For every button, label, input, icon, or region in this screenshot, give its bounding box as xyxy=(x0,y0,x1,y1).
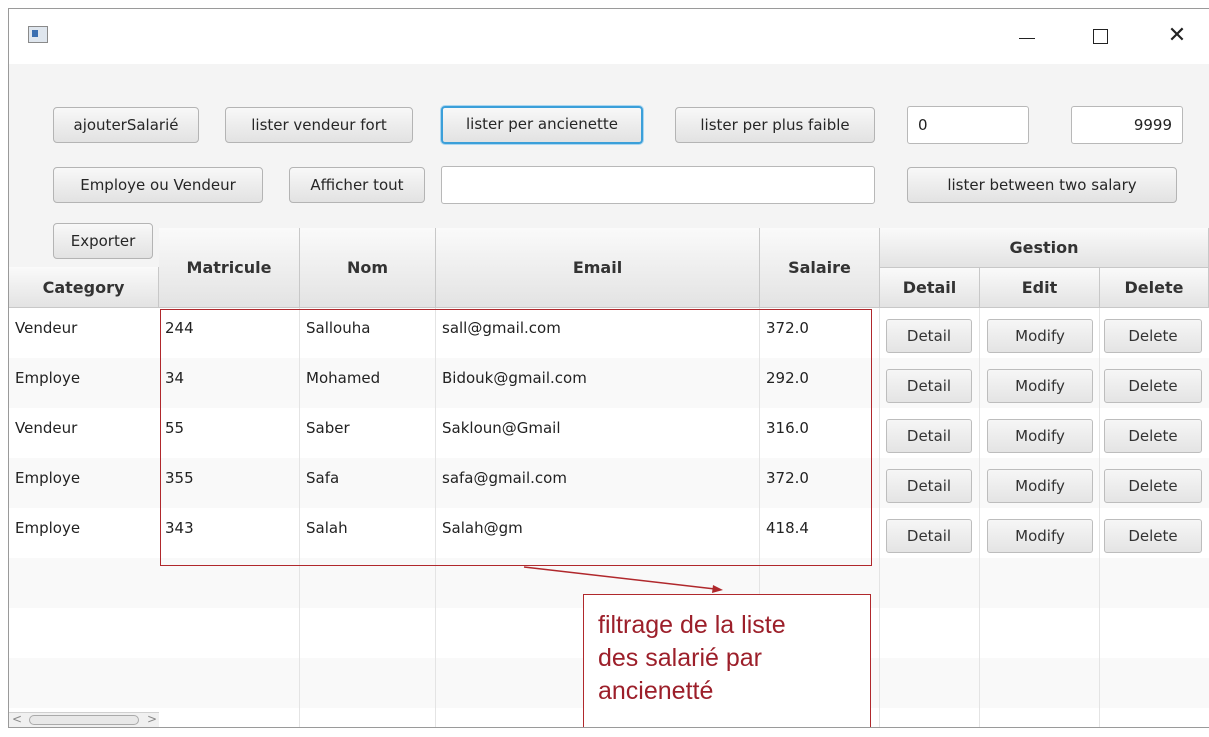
category-cell: Vendeur xyxy=(15,419,78,437)
email-cell: sall@gmail.com xyxy=(442,319,561,337)
email-cell: safa@gmail.com xyxy=(442,469,567,487)
lister-vendeur-fort-button[interactable]: lister vendeur fort xyxy=(225,107,413,143)
modify-button[interactable]: Modify xyxy=(987,419,1093,453)
detail-button[interactable]: Detail xyxy=(886,469,972,503)
lister-between-button[interactable]: lister between two salary xyxy=(907,167,1177,203)
email-cell: Sakloun@Gmail xyxy=(442,419,561,437)
gestion-header: Gestion xyxy=(880,228,1209,268)
employe-ou-vendeur-button[interactable]: Employe ou Vendeur xyxy=(53,167,263,203)
salaire-cell: 292.0 xyxy=(766,369,809,387)
annotation-line: filtrage de la liste xyxy=(598,611,786,639)
salaire-cell: 418.4 xyxy=(766,519,809,537)
annotation-note: filtrage de la liste des salarié par anc… xyxy=(583,594,871,727)
exporter-button[interactable]: Exporter xyxy=(53,223,153,259)
delete-button[interactable]: Delete xyxy=(1104,419,1202,453)
title-bar: ✕ xyxy=(9,9,1209,64)
scroll-left-icon[interactable]: < xyxy=(12,713,22,726)
email-cell: Salah@gm xyxy=(442,519,523,537)
close-icon: ✕ xyxy=(1167,23,1187,48)
modify-button[interactable]: Modify xyxy=(987,369,1093,403)
delete-button[interactable]: Delete xyxy=(1104,469,1202,503)
category-cell: Employe xyxy=(15,519,81,537)
detail-button[interactable]: Detail xyxy=(886,319,972,353)
lister-plus-faible-button[interactable]: lister per plus faible xyxy=(675,107,875,143)
search-input[interactable] xyxy=(441,166,875,204)
maximize-icon xyxy=(1092,29,1108,44)
close-button[interactable]: ✕ xyxy=(1159,23,1195,49)
category-cell: Vendeur xyxy=(15,319,78,337)
category-cell: Employe xyxy=(9,458,159,508)
category-cell: Employe xyxy=(9,358,159,408)
app-window: ✕ ajouterSalarié lister vendeur fort lis… xyxy=(8,8,1209,728)
matricule-cell: 34 xyxy=(165,369,185,387)
max-salary-input[interactable]: 9999 xyxy=(1071,106,1183,144)
lister-anciennete-button[interactable]: lister per ancienette xyxy=(441,106,643,144)
matricule-cell: 355 xyxy=(165,469,194,487)
min-salary-input[interactable]: 0 xyxy=(907,106,1029,144)
detail-header[interactable]: Detail xyxy=(880,268,980,308)
salaire-header[interactable]: Salaire xyxy=(760,228,880,308)
scroll-right-icon[interactable]: > xyxy=(147,713,157,726)
matricule-header[interactable]: Matricule xyxy=(159,228,300,308)
maximize-button[interactable] xyxy=(1082,23,1118,49)
nom-cell: Safa xyxy=(306,469,340,487)
minimize-button[interactable] xyxy=(1009,23,1045,49)
category-header[interactable]: Category xyxy=(9,267,159,308)
empty-row xyxy=(9,558,159,608)
email-cell: Bidouk@gmail.com xyxy=(442,369,587,387)
delete-button[interactable]: Delete xyxy=(1104,519,1202,553)
nom-cell: Sallouha xyxy=(306,319,371,337)
minimize-icon xyxy=(1019,38,1035,39)
nom-cell: Mohamed xyxy=(306,369,381,387)
modify-button[interactable]: Modify xyxy=(987,319,1093,353)
modify-button[interactable]: Modify xyxy=(987,469,1093,503)
email-header[interactable]: Email xyxy=(436,228,760,308)
app-icon xyxy=(28,26,48,43)
category-table: Category Vendeur Employe Vendeur Employe… xyxy=(9,267,160,727)
scrollbar-thumb[interactable] xyxy=(29,715,139,725)
detail-button[interactable]: Detail xyxy=(886,419,972,453)
salaire-cell: 372.0 xyxy=(766,319,809,337)
delete-header[interactable]: Delete xyxy=(1100,268,1209,308)
modify-button[interactable]: Modify xyxy=(987,519,1093,553)
horizontal-scrollbar[interactable]: < > xyxy=(9,712,159,727)
edit-header[interactable]: Edit xyxy=(980,268,1100,308)
delete-button[interactable]: Delete xyxy=(1104,319,1202,353)
detail-button[interactable]: Detail xyxy=(886,369,972,403)
empty-row xyxy=(9,658,159,708)
salaire-cell: 316.0 xyxy=(766,419,809,437)
matricule-cell: 55 xyxy=(165,419,185,437)
nom-cell: Salah xyxy=(306,519,348,537)
ajouter-salarie-button[interactable]: ajouterSalarié xyxy=(53,107,199,143)
salaire-cell: 372.0 xyxy=(766,469,809,487)
afficher-tout-button[interactable]: Afficher tout xyxy=(289,167,425,203)
annotation-line: des salarié par xyxy=(598,644,762,672)
delete-button[interactable]: Delete xyxy=(1104,369,1202,403)
annotation-line: ancienetté xyxy=(598,677,714,705)
nom-header[interactable]: Nom xyxy=(300,228,436,308)
nom-cell: Saber xyxy=(306,419,350,437)
matricule-cell: 244 xyxy=(165,319,194,337)
matricule-cell: 343 xyxy=(165,519,194,537)
detail-button[interactable]: Detail xyxy=(886,519,972,553)
